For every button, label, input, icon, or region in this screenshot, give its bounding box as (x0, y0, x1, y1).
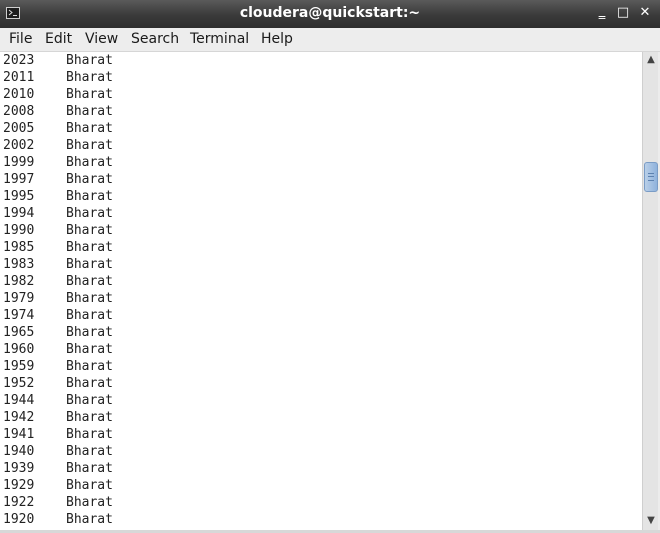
output-year: 2023 (3, 53, 35, 68)
output-name: Bharat (66, 495, 113, 510)
menu-terminal[interactable]: Terminal (190, 31, 249, 47)
minimize-button[interactable]: ‗ (594, 5, 610, 21)
output-year: 1985 (3, 240, 35, 255)
output-name: Bharat (66, 308, 113, 323)
output-name: Bharat (66, 240, 113, 255)
output-name: Bharat (66, 393, 113, 408)
output-year: 1990 (3, 223, 35, 238)
output-year: 2005 (3, 121, 35, 136)
output-year: 1942 (3, 410, 35, 425)
scroll-down-icon[interactable]: ▼ (644, 514, 658, 528)
output-name: Bharat (66, 427, 113, 442)
output-name: Bharat (66, 189, 113, 204)
scroll-up-icon[interactable]: ▲ (644, 53, 658, 67)
output-year: 1960 (3, 342, 35, 357)
menu-edit[interactable]: Edit (45, 31, 72, 47)
output-year: 1982 (3, 274, 35, 289)
output-year: 1979 (3, 291, 35, 306)
output-name: Bharat (66, 70, 113, 85)
menu-search[interactable]: Search (131, 31, 179, 47)
output-year: 1940 (3, 444, 35, 459)
output-year: 1974 (3, 308, 35, 323)
output-year: 2008 (3, 104, 35, 119)
output-year: 1920 (3, 512, 35, 527)
output-year: 1952 (3, 376, 35, 391)
output-name: Bharat (66, 410, 113, 425)
menu-bar: File Edit View Search Terminal Help (0, 28, 660, 52)
output-name: Bharat (66, 121, 113, 136)
output-name: Bharat (66, 291, 113, 306)
menu-view[interactable]: View (85, 31, 118, 47)
window-title: cloudera@quickstart:~ (239, 5, 421, 21)
output-year: 1994 (3, 206, 35, 221)
close-button[interactable]: ✕ (637, 5, 653, 21)
output-name: Bharat (66, 87, 113, 102)
output-year: 1959 (3, 359, 35, 374)
output-name: Bharat (66, 155, 113, 170)
output-year: 1922 (3, 495, 35, 510)
output-year: 1965 (3, 325, 35, 340)
scrollbar-thumb[interactable] (644, 162, 658, 192)
output-name: Bharat (66, 342, 113, 357)
output-year: 1929 (3, 478, 35, 493)
output-name: Bharat (66, 138, 113, 153)
output-name: Bharat (66, 512, 113, 527)
output-year: 1941 (3, 427, 35, 442)
output-name: Bharat (66, 359, 113, 374)
output-name: Bharat (66, 104, 113, 119)
output-name: Bharat (66, 172, 113, 187)
output-name: Bharat (66, 376, 113, 391)
output-year: 1995 (3, 189, 35, 204)
output-name: Bharat (66, 53, 113, 68)
output-year: 1944 (3, 393, 35, 408)
terminal-window: cloudera@quickstart:~ ‗ □ ✕ File Edit Vi… (0, 0, 660, 533)
close-icon: ✕ (639, 5, 651, 20)
terminal-output[interactable]: 2023 Bharat 2011 Bharat 2010 Bharat 2008 Bharat… (0, 52, 642, 530)
output-year: 1999 (3, 155, 35, 170)
maximize-button[interactable]: □ (615, 5, 631, 21)
output-name: Bharat (66, 274, 113, 289)
output-name: Bharat (66, 223, 113, 238)
output-name: Bharat (66, 444, 113, 459)
menu-file[interactable]: File (9, 31, 32, 47)
title-bar[interactable]: cloudera@quickstart:~ ‗ □ ✕ (0, 0, 660, 28)
output-year: 1983 (3, 257, 35, 272)
output-year: 2002 (3, 138, 35, 153)
output-name: Bharat (66, 461, 113, 476)
output-name: Bharat (66, 257, 113, 272)
output-year: 1997 (3, 172, 35, 187)
output-name: Bharat (66, 325, 113, 340)
output-year: 2010 (3, 87, 35, 102)
vertical-scrollbar[interactable]: ▲ ▼ (642, 52, 658, 530)
minimize-icon: ‗ (598, 5, 606, 20)
menu-help[interactable]: Help (261, 31, 293, 47)
output-name: Bharat (66, 478, 113, 493)
output-year: 1939 (3, 461, 35, 476)
grip-icon (648, 173, 654, 181)
output-name: Bharat (66, 206, 113, 221)
maximize-icon: □ (616, 5, 630, 20)
output-year: 2011 (3, 70, 35, 85)
